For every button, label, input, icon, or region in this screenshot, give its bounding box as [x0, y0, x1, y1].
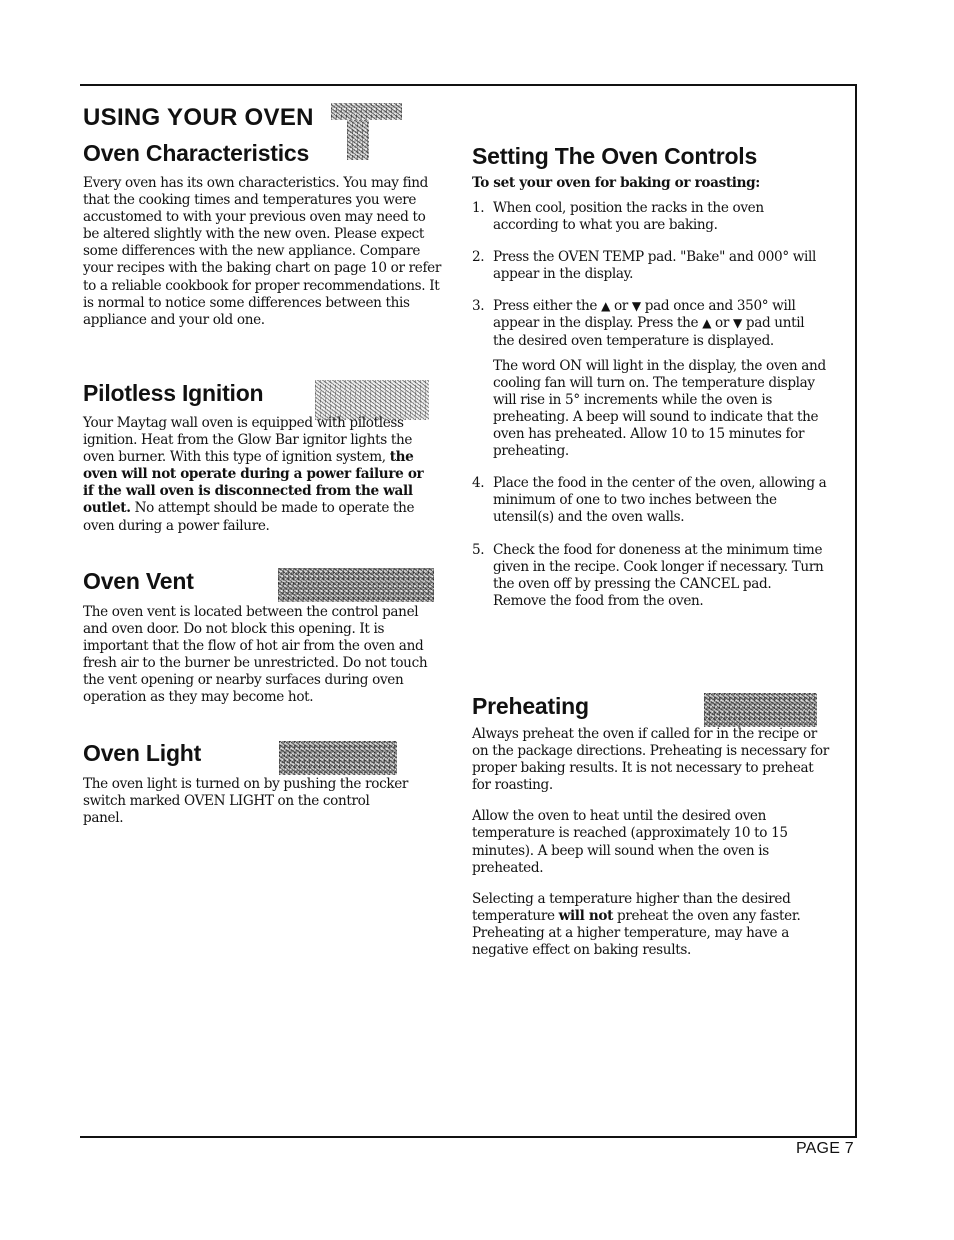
- paragraph: Your Maytag wall oven is equipped with p…: [83, 415, 438, 535]
- top-rule: [80, 84, 857, 86]
- text: or: [609, 298, 632, 315]
- section-title-pilotless-ignition: Pilotless Ignition: [83, 380, 264, 406]
- down-arrow-icon: ▼: [733, 316, 742, 331]
- decorative-pattern-t-bar: [331, 103, 402, 120]
- down-arrow-icon: ▼: [631, 299, 641, 314]
- controls-intro: To set your oven for baking or roasting:: [472, 175, 760, 191]
- section-title-oven-light: Oven Light: [83, 740, 202, 766]
- step-note: The word ON will light in the display, t…: [493, 357, 826, 460]
- paragraph: The oven light is turned on by pushing t…: [83, 776, 409, 827]
- section-title-oven-vent: Oven Vent: [83, 568, 194, 594]
- step-text: Check the food for doneness at the minim…: [493, 541, 824, 609]
- decorative-pattern-t-stem: [347, 120, 369, 160]
- step-number: 5.: [472, 541, 485, 558]
- step-text: Place the food in the center of the oven…: [493, 475, 827, 526]
- step-number: 2.: [472, 249, 485, 266]
- step-item: 4. Place the food in the center of the o…: [472, 475, 827, 526]
- text: Your Maytag wall oven is equipped with p…: [83, 415, 413, 466]
- paragraph: The oven vent is located between the con…: [83, 604, 428, 706]
- step-text: Press either the ▲ or ▼ pad once and 350…: [493, 298, 805, 348]
- oven-characteristics-body: Every oven has its own characteristics. …: [83, 175, 443, 329]
- step-number: 4.: [472, 475, 485, 492]
- step-item: 5. Check the food for doneness at the mi…: [472, 542, 827, 610]
- emphasis-text: will not: [558, 907, 614, 924]
- step-item: 3. Press either the ▲ or ▼ pad once and …: [472, 298, 827, 349]
- step-text: When cool, position the racks in the ove…: [493, 200, 764, 234]
- decorative-pattern-pilotless: [315, 380, 429, 420]
- paragraph: Allow the oven to heat until the desired…: [472, 808, 788, 876]
- section-title-setting-controls: Setting The Oven Controls: [472, 143, 758, 169]
- step-item: 2. Press the OVEN TEMP pad. "Bake" and 0…: [472, 249, 827, 283]
- decorative-pattern-vent: [278, 568, 434, 602]
- step-number: 3.: [472, 298, 485, 315]
- right-rule: [855, 84, 857, 1138]
- preheating-body: Always preheat the oven if called for in…: [472, 726, 832, 959]
- text: or: [711, 315, 734, 332]
- section-title-preheating: Preheating: [472, 693, 589, 719]
- paragraph: Always preheat the oven if called for in…: [472, 726, 829, 794]
- page-number: PAGE 7: [796, 1140, 854, 1157]
- up-arrow-icon: ▲: [702, 316, 712, 331]
- step-text: Press the OVEN TEMP pad. "Bake" and 000°…: [493, 249, 817, 283]
- controls-steps-list: 1. When cool, position the racks in the …: [472, 200, 827, 610]
- oven-light-body: The oven light is turned on by pushing t…: [83, 776, 413, 827]
- chapter-title: USING YOUR OVEN: [83, 104, 314, 131]
- step-item: 1. When cool, position the racks in the …: [472, 200, 827, 234]
- text: Press either the: [493, 298, 602, 315]
- up-arrow-icon: ▲: [601, 299, 610, 314]
- bottom-rule: [80, 1136, 857, 1138]
- pilotless-ignition-body: Your Maytag wall oven is equipped with p…: [83, 415, 438, 535]
- paragraph: Selecting a temperature higher than the …: [472, 891, 832, 959]
- section-title-oven-characteristics: Oven Characteristics: [83, 140, 310, 166]
- step-number: 1.: [472, 200, 485, 216]
- paragraph: Every oven has its own characteristics. …: [83, 175, 441, 328]
- text: No attempt should be made to operate the…: [83, 500, 415, 534]
- oven-vent-body: The oven vent is located between the con…: [83, 604, 443, 707]
- decorative-pattern-light: [279, 741, 397, 775]
- decorative-pattern-preheating: [704, 693, 817, 727]
